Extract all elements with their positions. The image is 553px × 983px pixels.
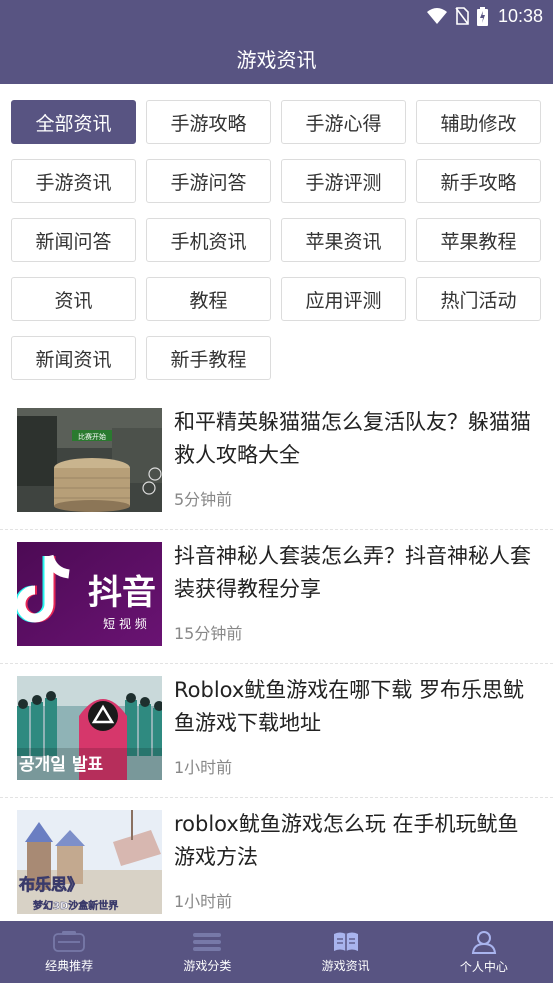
news-list: 比赛开始 和平精英躲猫猫怎么复活队友？躲猫猫救人攻略大全 5分钟前 抖音 短 视… <box>0 396 553 920</box>
category-chip[interactable]: 手游攻略 <box>146 100 271 144</box>
category-chip[interactable]: 手游心得 <box>281 100 406 144</box>
news-title: roblox鱿鱼游戏怎么玩 在手机玩鱿鱼游戏方法 <box>174 812 519 869</box>
news-time: 5分钟前 <box>174 490 233 509</box>
category-chip[interactable]: 苹果资讯 <box>281 218 406 262</box>
status-bar: 10:38 <box>0 0 553 32</box>
tab-label: 游戏资讯 <box>321 958 370 973</box>
thumb-caption: 布乐思》 <box>19 875 83 894</box>
tab-classic-recommend[interactable]: 经典推荐 <box>0 921 138 983</box>
tab-label: 游戏分类 <box>183 958 232 973</box>
news-item[interactable]: 抖音 短 视 频 抖音神秘人套装怎么弄？抖音神秘人套装获得教程分享 15分钟前 <box>0 530 553 664</box>
category-chip[interactable]: 应用评测 <box>281 277 406 321</box>
thumb-caption: 공개일 발표 <box>19 755 103 775</box>
category-chip[interactable]: 手机资讯 <box>146 218 271 262</box>
tab-label: 经典推荐 <box>45 958 94 973</box>
news-title: Roblox鱿鱼游戏在哪下载 罗布乐思鱿鱼游戏下载地址 <box>174 678 524 735</box>
news-item[interactable]: 比赛开始 和平精英躲猫猫怎么复活队友？躲猫猫救人攻略大全 5分钟前 <box>0 396 553 530</box>
news-time: 1小时前 <box>174 758 233 777</box>
clock: 10:38 <box>497 5 543 26</box>
category-chip[interactable]: 手游问答 <box>146 159 271 203</box>
thumb-caption: 比赛开始 <box>78 432 106 441</box>
news-thumbnail: 布乐思》 梦幻3D沙盒新世界 <box>17 810 162 914</box>
news-item[interactable]: 공개일 발표 Roblox鱿鱼游戏在哪下载 罗布乐思鱿鱼游戏下载地址 1小时前 <box>0 664 553 798</box>
news-thumbnail: 比赛开始 <box>17 408 162 512</box>
bottom-tab-bar: 经典推荐 游戏分类 游戏资讯 个人中心 <box>0 921 553 983</box>
battery-charging-icon <box>476 6 488 26</box>
thumb-subcaption: 短 视 频 <box>103 616 147 631</box>
tab-label: 个人中心 <box>459 959 508 974</box>
wifi-icon <box>426 8 447 24</box>
classic-recommend-icon <box>53 930 86 953</box>
category-chip-all[interactable]: 全部资讯 <box>11 100 136 144</box>
game-category-icon <box>192 931 222 953</box>
thumb-subcaption: 梦幻3D沙盒新世界 <box>33 899 118 912</box>
app-header: 游戏资讯 <box>0 32 553 84</box>
thumb-caption: 抖音 <box>88 573 156 613</box>
news-time: 1小时前 <box>174 892 233 911</box>
category-chip[interactable]: 苹果教程 <box>416 218 541 262</box>
category-chip[interactable]: 新闻问答 <box>11 218 136 262</box>
category-chip[interactable]: 新手教程 <box>146 336 271 380</box>
category-chip[interactable]: 手游评测 <box>281 159 406 203</box>
tab-game-news[interactable]: 游戏资讯 <box>277 921 415 983</box>
no-sim-icon <box>455 7 469 25</box>
category-grid: 全部资讯 手游攻略 手游心得 辅助修改 手游资讯 手游问答 手游评测 新手攻略 … <box>0 84 553 380</box>
category-chip[interactable]: 新手攻略 <box>416 159 541 203</box>
page-title: 游戏资讯 <box>236 47 317 72</box>
category-chip[interactable]: 辅助修改 <box>416 100 541 144</box>
news-title: 和平精英躲猫猫怎么复活队友？躲猫猫救人攻略大全 <box>174 410 531 467</box>
category-chip[interactable]: 教程 <box>146 277 271 321</box>
tab-user-center[interactable]: 个人中心 <box>415 921 553 983</box>
news-thumbnail: 抖音 短 视 频 <box>17 542 162 646</box>
game-news-icon <box>332 931 360 953</box>
news-time: 15分钟前 <box>174 624 243 643</box>
user-center-icon <box>471 930 497 954</box>
category-chip[interactable]: 热门活动 <box>416 277 541 321</box>
news-thumbnail: 공개일 발표 <box>17 676 162 780</box>
category-chip[interactable]: 资讯 <box>11 277 136 321</box>
news-item[interactable]: 布乐思》 梦幻3D沙盒新世界 roblox鱿鱼游戏怎么玩 在手机玩鱿鱼游戏方法 … <box>0 798 553 920</box>
tab-game-category[interactable]: 游戏分类 <box>138 921 276 983</box>
news-title: 抖音神秘人套装怎么弄？抖音神秘人套装获得教程分享 <box>174 544 531 601</box>
category-chip[interactable]: 新闻资讯 <box>11 336 136 380</box>
category-chip[interactable]: 手游资讯 <box>11 159 136 203</box>
